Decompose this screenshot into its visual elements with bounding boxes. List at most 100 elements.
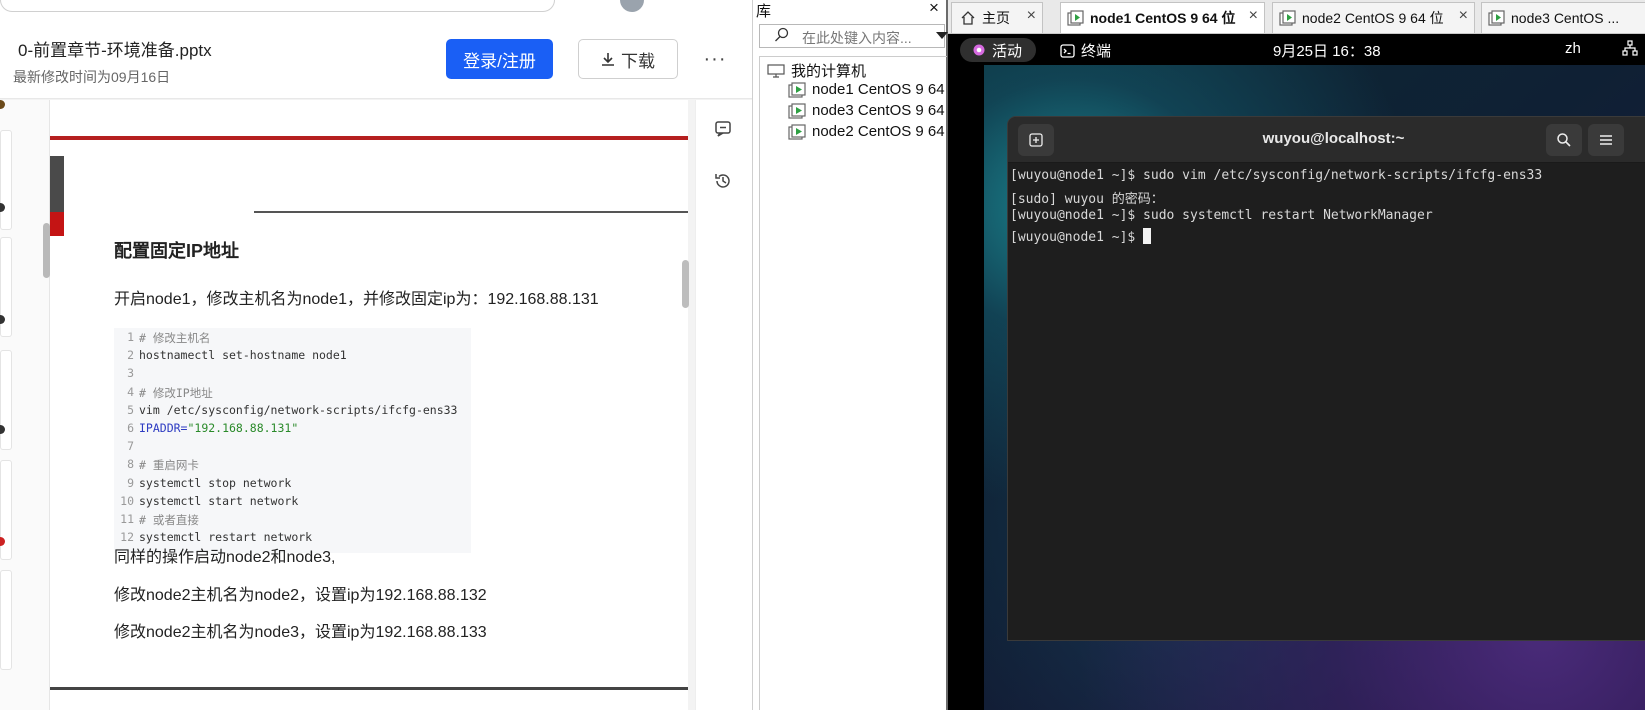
terminal-line: [wuyou@node1 ~]$ sudo systemctl restart … <box>1010 208 1433 223</box>
slide-thumbnail[interactable] <box>0 130 12 230</box>
code-line: hostnamectl set-hostname node1 <box>139 348 347 363</box>
close-icon[interactable]: × <box>1459 7 1468 25</box>
network-icon[interactable] <box>1622 40 1638 56</box>
slide-thumbnail[interactable] <box>0 570 12 670</box>
terminal-search-button[interactable] <box>1546 124 1582 156</box>
library-tree: 我的计算机 node1 CentOS 9 64 node3 CentOS 9 6… <box>759 56 947 710</box>
history-icon[interactable] <box>712 170 734 192</box>
code-line: IPADDR="192.168.88.131" <box>139 421 299 435</box>
paragraph-node2-node3: 同样的操作启动node2和node3, <box>114 549 336 566</box>
tree-item-label: node3 CentOS 9 64 <box>812 102 945 119</box>
code-line-number: 7 <box>127 439 134 454</box>
slide-accent-dark <box>50 156 64 212</box>
tree-item-node2[interactable]: node2 CentOS 9 64 <box>788 123 945 140</box>
terminal-line: [wuyou@node1 ~]$ sudo vim /etc/sysconfig… <box>1010 168 1543 183</box>
tree-root-my-computer[interactable]: 我的计算机 <box>767 60 866 81</box>
tab-node2[interactable]: node2 CentOS 9 64 位 × <box>1272 2 1475 33</box>
terminal-prompt: [wuyou@node1 ~]$ <box>1010 230 1144 245</box>
search-placeholder: 在此处键入内容... <box>802 30 912 46</box>
vm-tab-bar: 主页 × node1 CentOS 9 64 位 × node2 CentOS … <box>948 0 1645 34</box>
code-line-number: 10 <box>120 493 134 508</box>
thumb-mark-icon <box>0 100 5 109</box>
code-line-number: 2 <box>127 348 134 363</box>
activities-icon <box>973 44 985 56</box>
terminal-close-button[interactable] <box>1632 124 1645 156</box>
code-line: # 重启网卡 <box>139 458 199 473</box>
doc-title: 0-前置章节-环境准备.pptx <box>18 41 212 60</box>
code-line: systemctl start network <box>139 493 299 508</box>
close-icon[interactable]: × <box>1027 7 1036 25</box>
library-search-input[interactable]: 在此处键入内容... <box>759 24 948 48</box>
paragraph-node3-ip: 修改node2主机名为node3，设置ip为192.168.88.133 <box>114 624 487 641</box>
tree-item-label: node1 CentOS 9 64 <box>812 81 945 98</box>
profile-avatar-icon[interactable] <box>620 0 644 12</box>
download-button[interactable]: 下载 <box>578 39 678 79</box>
slide-separator <box>50 687 688 690</box>
search-icon <box>1557 133 1571 147</box>
vm-icon <box>1279 10 1296 26</box>
input-language[interactable]: zh <box>1565 40 1581 57</box>
clock[interactable]: 9月25日 16：38 <box>1273 40 1381 61</box>
computer-icon <box>767 63 785 78</box>
terminal-output[interactable]: [wuyou@node1 ~]$ sudo vim /etc/sysconfig… <box>1008 164 1645 640</box>
code-line-number: 6 <box>127 421 134 435</box>
more-options-button[interactable]: ··· <box>700 44 730 74</box>
activities-button[interactable]: 活动 <box>960 38 1037 62</box>
terminal-cursor <box>1143 228 1152 244</box>
gnome-top-bar: 活动 终端 9月25日 16：38 zh <box>948 34 1645 65</box>
document-viewer: 0-前置章节-环境准备.pptx 最新修改时间为09月16日 登录/注册 下载 … <box>0 0 752 710</box>
code-line-number: 4 <box>127 384 134 399</box>
tree-root-label: 我的计算机 <box>791 63 867 80</box>
terminal-window: wuyou@localhost:~ [wuyou@node1 ~]$ sudo … <box>1007 116 1645 641</box>
library-title: 库 <box>756 3 772 20</box>
close-icon[interactable]: × <box>1249 7 1258 25</box>
code-line-number: 11 <box>120 512 134 526</box>
slide-thumbnail[interactable] <box>0 350 12 450</box>
comment-icon[interactable] <box>712 118 734 140</box>
vm-icon <box>788 102 806 119</box>
download-icon <box>602 52 614 66</box>
address-bar[interactable] <box>0 0 555 12</box>
terminal-icon <box>1060 43 1075 58</box>
library-close-button[interactable]: × <box>929 0 939 18</box>
browser-top-strip <box>0 0 752 14</box>
search-icon <box>775 27 789 42</box>
vm-icon <box>1488 10 1505 26</box>
doc-header: 0-前置章节-环境准备.pptx 最新修改时间为09月16日 登录/注册 下载 … <box>0 14 752 99</box>
code-line: # 修改IP地址 <box>139 385 213 400</box>
download-label: 下载 <box>621 51 655 71</box>
vm-icon <box>788 81 806 98</box>
tab-label: 主页 <box>982 10 1010 26</box>
doc-modified-time: 最新修改时间为09月16日 <box>13 69 171 85</box>
thumbnails-scrollbar[interactable] <box>43 223 50 278</box>
code-block: 1 # 修改主机名 2 hostnamectl set-hostname node1 3… <box>114 328 471 553</box>
tree-item-node1[interactable]: node1 CentOS 9 64 <box>788 81 945 98</box>
section-heading: 配置固定IP地址 <box>114 241 240 261</box>
code-line: systemctl stop network <box>139 475 292 490</box>
slide-divider <box>254 211 688 213</box>
activities-label: 活动 <box>992 42 1023 60</box>
hamburger-menu-icon <box>1600 135 1612 145</box>
chevron-down-icon[interactable] <box>936 32 948 39</box>
slide-top-border <box>50 136 688 140</box>
tree-item-node3[interactable]: node3 CentOS 9 64 <box>788 102 945 119</box>
slide-page: 配置固定IP地址 开启node1，修改主机名为node1，并修改固定ip为：19… <box>50 100 688 710</box>
code-line-number: 8 <box>127 457 134 472</box>
code-line: # 或者直接 <box>139 513 199 527</box>
slide-accent-red <box>50 212 64 236</box>
tab-label: node2 CentOS 9 64 位 <box>1302 10 1444 26</box>
terminal-line: [sudo] wuyou 的密码： <box>1010 192 1164 207</box>
terminal-prompt-line: [wuyou@node1 ~]$ <box>1010 228 1152 245</box>
page-scrollbar[interactable] <box>682 260 689 308</box>
tab-node1[interactable]: node1 CentOS 9 64 位 × <box>1060 2 1265 33</box>
tab-node3[interactable]: node3 CentOS ... <box>1481 2 1645 33</box>
terminal-app-menu[interactable]: 终端 <box>1060 40 1111 61</box>
code-line-number: 9 <box>127 475 134 490</box>
terminal-menu-button[interactable] <box>1588 124 1624 156</box>
code-line: vim /etc/sysconfig/network-scripts/ifcfg… <box>139 402 458 417</box>
tab-home[interactable]: 主页 × <box>951 2 1043 33</box>
tab-label: node1 CentOS 9 64 位 <box>1090 10 1236 26</box>
code-line-number: 5 <box>127 402 134 417</box>
right-toolbar <box>695 100 752 710</box>
login-register-button[interactable]: 登录/注册 <box>446 39 553 79</box>
